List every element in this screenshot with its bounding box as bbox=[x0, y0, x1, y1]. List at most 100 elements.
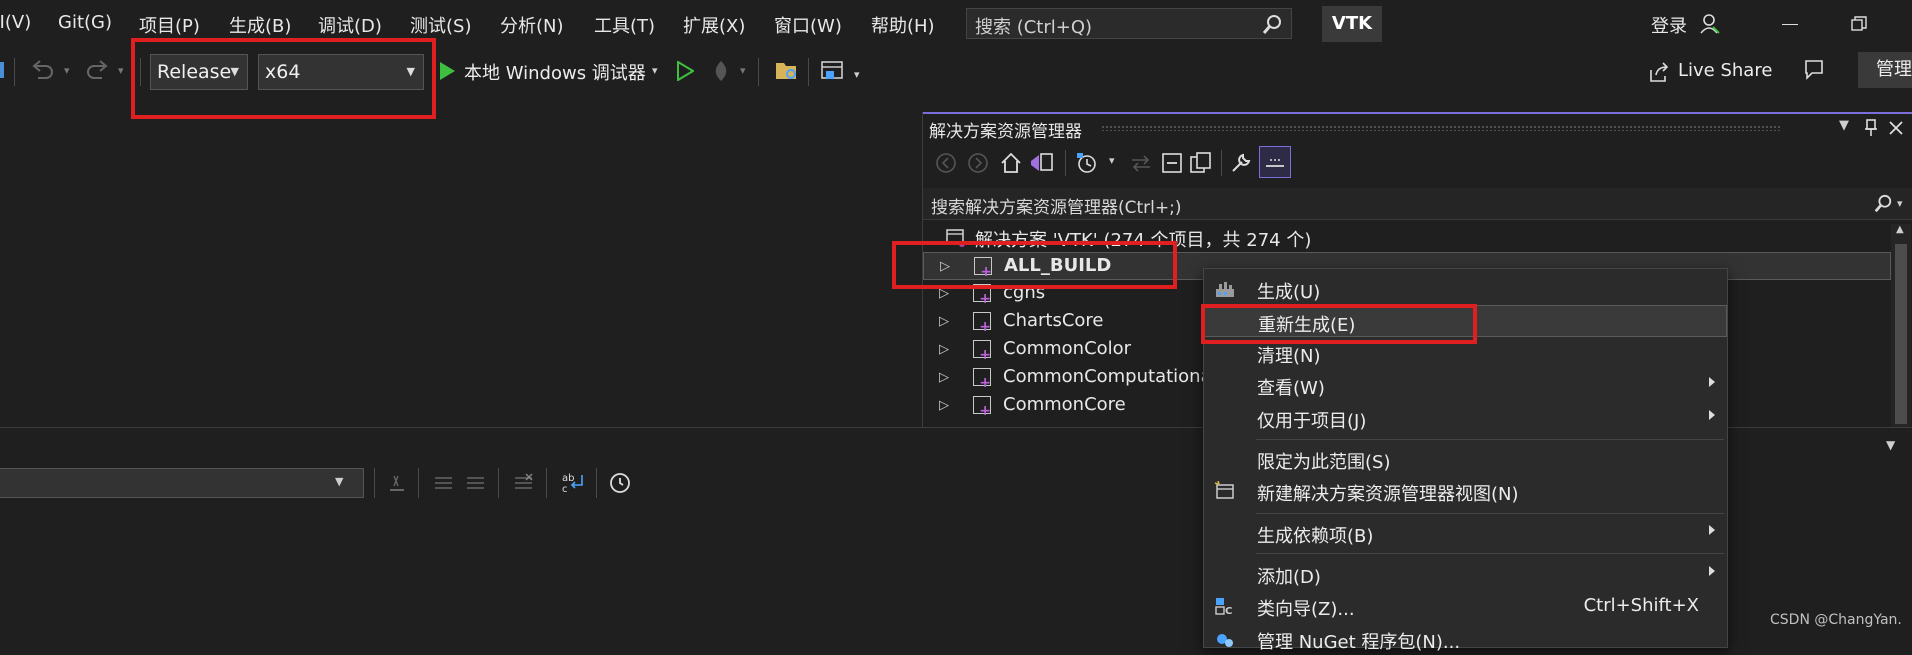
expand-arrow-icon[interactable]: ▷ bbox=[939, 314, 949, 329]
close-icon[interactable] bbox=[1887, 119, 1905, 137]
toolbar-separator bbox=[808, 58, 809, 86]
menu-debug[interactable]: 调试(D) bbox=[318, 12, 382, 38]
back-icon[interactable] bbox=[935, 152, 957, 174]
debugger-dropdown-icon[interactable]: ▾ bbox=[652, 64, 658, 77]
start-debugging-icon[interactable] bbox=[438, 61, 456, 81]
feedback-icon[interactable] bbox=[1802, 58, 1826, 82]
window-position-dropdown-icon[interactable]: ▼ bbox=[1839, 118, 1849, 133]
restore-icon[interactable] bbox=[1851, 16, 1867, 32]
ctx-item-label: 限定为此范围(S) bbox=[1257, 452, 1391, 473]
window-layout-icon[interactable] bbox=[820, 59, 846, 83]
ctx-item-shortcut: Ctrl+Shift+X bbox=[1583, 595, 1699, 616]
minimize-icon[interactable] bbox=[1782, 24, 1798, 25]
undo-dropdown-icon[interactable]: ▾ bbox=[64, 64, 70, 77]
ctx-item-label: 查看(W) bbox=[1257, 378, 1325, 399]
toolbar-separator bbox=[1065, 150, 1066, 176]
timestamp-clock-icon[interactable] bbox=[608, 471, 632, 495]
collapse-all-icon[interactable] bbox=[1161, 152, 1183, 174]
next-message-icon[interactable] bbox=[464, 472, 488, 494]
ctx-item-label: 类向导(Z)... bbox=[1257, 599, 1355, 620]
submenu-arrow-icon bbox=[1709, 410, 1715, 420]
menu-view[interactable]: Ⅱ(V) bbox=[0, 12, 31, 33]
hot-reload-dropdown-icon[interactable]: ▾ bbox=[740, 64, 746, 77]
pane-options-dropdown-icon[interactable]: ▼ bbox=[1886, 438, 1895, 452]
menu-help[interactable]: 帮助(H) bbox=[871, 12, 935, 38]
menu-build[interactable]: 生成(B) bbox=[229, 12, 291, 38]
find-message-icon[interactable] bbox=[386, 472, 408, 494]
new-view-icon bbox=[1214, 481, 1234, 499]
ctx-build[interactable]: 生成(U) bbox=[1204, 273, 1727, 305]
home-icon[interactable] bbox=[999, 151, 1023, 175]
menu-extensions[interactable]: 扩展(X) bbox=[683, 12, 745, 38]
switch-views-icon[interactable] bbox=[1029, 151, 1055, 175]
preview-selected-items-button[interactable] bbox=[1259, 146, 1291, 178]
global-search-box[interactable]: 搜索 (Ctrl+Q) bbox=[966, 8, 1292, 39]
show-all-files-icon[interactable] bbox=[1189, 152, 1213, 174]
toolbar-overflow-icon[interactable]: ▾ bbox=[854, 68, 860, 81]
ctx-new-solution-explorer-view[interactable]: 新建解决方案资源管理器视图(N) bbox=[1204, 475, 1727, 507]
menu-git[interactable]: Git(G) bbox=[58, 12, 112, 33]
start-without-debugging-icon[interactable] bbox=[676, 61, 694, 81]
annotation-all-build-highlight bbox=[892, 241, 1177, 289]
menu-project[interactable]: 项目(P) bbox=[139, 12, 200, 38]
ctx-add[interactable]: 添加(D) bbox=[1204, 558, 1727, 590]
folder-search-icon[interactable] bbox=[774, 59, 800, 83]
scrollbar-thumb[interactable] bbox=[1895, 244, 1907, 424]
menu-window[interactable]: 窗口(W) bbox=[774, 12, 842, 38]
build-icon bbox=[1216, 282, 1234, 297]
ctx-manage-nuget[interactable]: 管理 NuGet 程序包(N)... bbox=[1204, 623, 1727, 655]
output-source-dropdown[interactable]: ▼ bbox=[0, 468, 364, 498]
tree-item-label: CommonColor bbox=[1003, 338, 1132, 359]
ctx-item-label: 管理 NuGet 程序包(N)... bbox=[1257, 632, 1461, 653]
live-share-icon[interactable] bbox=[1648, 62, 1670, 84]
user-icon[interactable] bbox=[1699, 13, 1721, 35]
ctx-item-label: 生成(U) bbox=[1257, 282, 1321, 303]
menu-test[interactable]: 测试(S) bbox=[410, 12, 471, 38]
preview-icon bbox=[1266, 159, 1284, 167]
expand-arrow-icon[interactable]: ▷ bbox=[939, 370, 949, 385]
admin-button[interactable]: 管理 bbox=[1858, 52, 1912, 88]
word-wrap-icon[interactable]: ab c bbox=[560, 471, 586, 495]
solution-explorer-title-bar: 解决方案资源管理器 ▼ bbox=[923, 112, 1912, 142]
submenu-arrow-icon bbox=[1709, 525, 1715, 535]
solution-explorer-search[interactable]: 搜索解决方案资源管理器(Ctrl+;) ▾ bbox=[923, 188, 1912, 220]
previous-message-icon[interactable] bbox=[432, 472, 456, 494]
title-drag-handle[interactable] bbox=[1101, 125, 1781, 131]
pin-icon[interactable] bbox=[1863, 119, 1879, 137]
expand-arrow-icon[interactable]: ▷ bbox=[939, 342, 949, 357]
menu-analyze[interactable]: 分析(N) bbox=[500, 12, 564, 38]
tree-item-label: CommonComputationa bbox=[1003, 366, 1212, 387]
solution-explorer-title: 解决方案资源管理器 bbox=[929, 122, 1082, 142]
expand-arrow-icon[interactable]: ▷ bbox=[939, 398, 949, 413]
search-options-dropdown-icon[interactable]: ▾ bbox=[1897, 197, 1903, 210]
ctx-build-dependencies[interactable]: 生成依赖项(B) bbox=[1204, 517, 1727, 549]
start-debugger-button[interactable]: 本地 Windows 调试器 bbox=[464, 59, 646, 85]
forward-icon[interactable] bbox=[967, 152, 989, 174]
menu-tools[interactable]: 工具(T) bbox=[594, 12, 655, 38]
properties-wrench-icon[interactable] bbox=[1229, 151, 1253, 175]
submenu-arrow-icon bbox=[1709, 566, 1715, 576]
scroll-up-icon[interactable]: ▲ bbox=[1896, 224, 1904, 235]
ctx-item-label: 生成依赖项(B) bbox=[1257, 526, 1374, 547]
ctx-project-only[interactable]: 仅用于项目(J) bbox=[1204, 402, 1727, 434]
ctx-view[interactable]: 查看(W) bbox=[1204, 369, 1727, 401]
tree-item-label: ChartsCore bbox=[1003, 310, 1104, 331]
filter-dropdown-icon[interactable]: ▾ bbox=[1109, 154, 1115, 167]
solution-explorer-scrollbar[interactable]: ▲ bbox=[1891, 224, 1911, 427]
solution-explorer-toolbar: ▾ bbox=[923, 142, 1912, 184]
editor-area bbox=[0, 95, 922, 427]
pending-changes-filter-icon[interactable] bbox=[1075, 151, 1101, 175]
undo-icon[interactable] bbox=[30, 60, 56, 82]
toolbar-separator bbox=[14, 58, 15, 86]
ctx-class-wizard[interactable]: C 类向导(Z)... Ctrl+Shift+X bbox=[1204, 590, 1727, 622]
annotation-config-highlight bbox=[131, 38, 436, 119]
live-share-button[interactable]: Live Share bbox=[1678, 60, 1772, 81]
ctx-scope-to-this[interactable]: 限定为此范围(S) bbox=[1204, 443, 1727, 475]
redo-dropdown-icon[interactable]: ▾ bbox=[118, 64, 124, 77]
redo-icon[interactable] bbox=[84, 60, 110, 82]
sync-with-document-icon[interactable] bbox=[1129, 152, 1153, 174]
signin-link[interactable]: 登录 bbox=[1651, 12, 1687, 38]
chevron-down-icon: ▼ bbox=[335, 475, 344, 488]
clear-all-icon[interactable] bbox=[512, 472, 536, 494]
hot-reload-icon[interactable] bbox=[708, 58, 734, 84]
